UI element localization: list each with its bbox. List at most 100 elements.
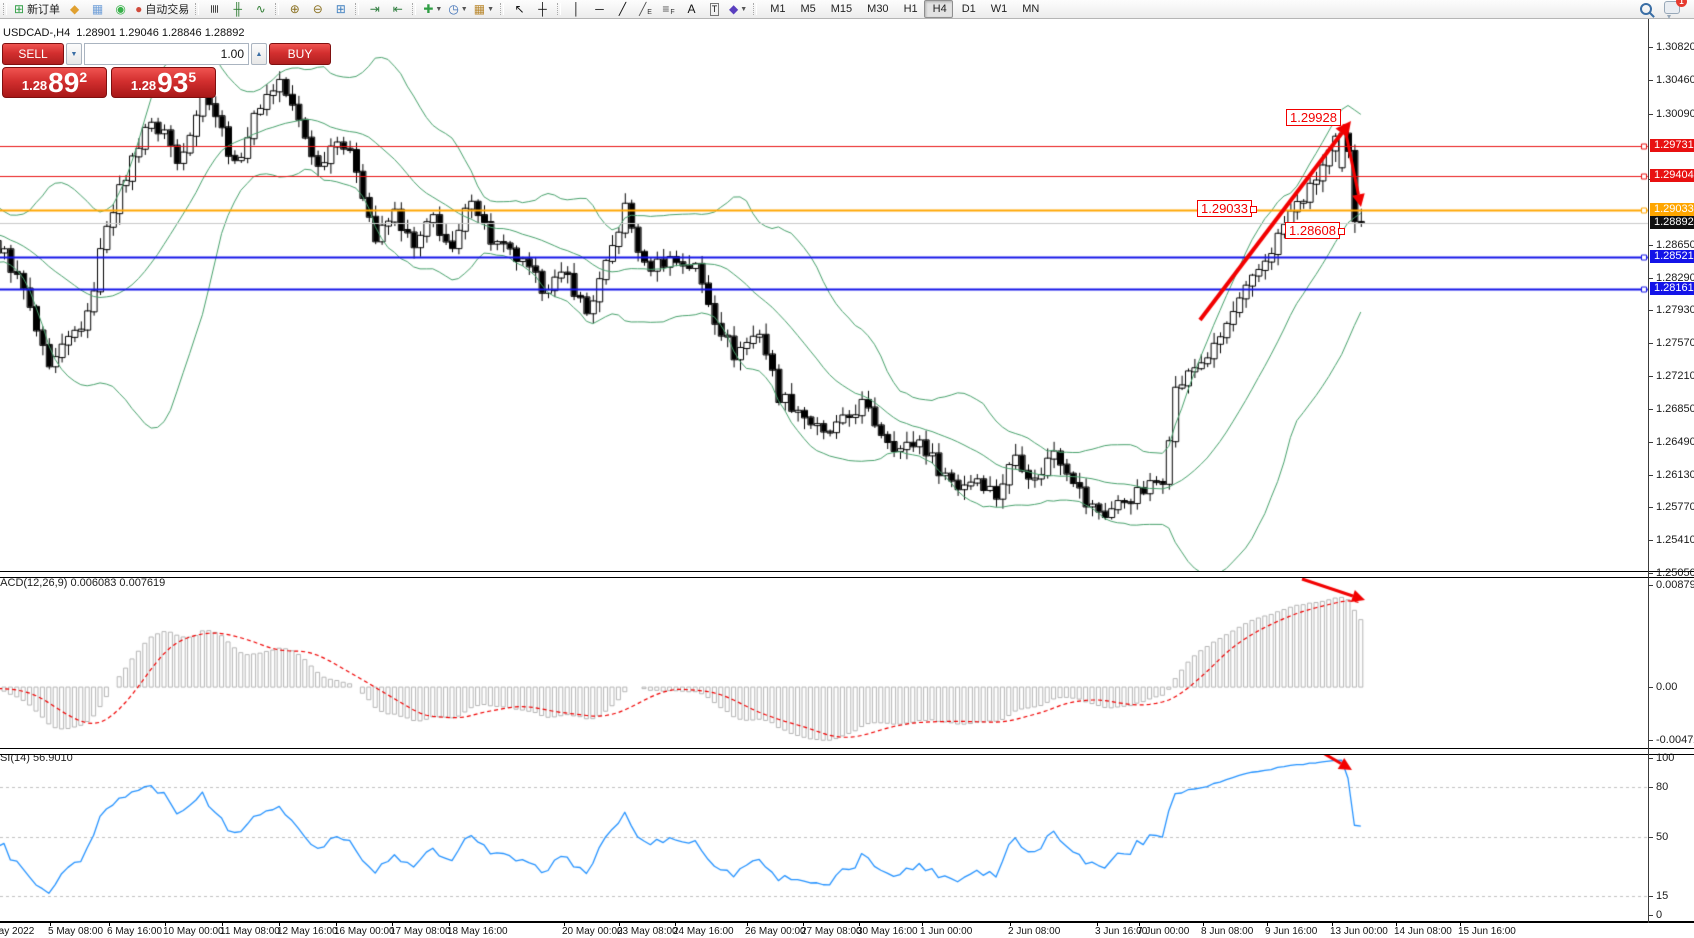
channel-button-letter: E bbox=[647, 9, 652, 16]
sell-button[interactable]: SELL bbox=[2, 43, 64, 65]
auto-scroll-button[interactable]: ⇥ bbox=[363, 0, 386, 18]
tf-m5[interactable]: M5 bbox=[791, 0, 821, 18]
channel-button[interactable]: ╱E bbox=[634, 0, 657, 18]
tf-h4-label: H4 bbox=[933, 3, 947, 15]
tf-mn[interactable]: MN bbox=[1013, 0, 1045, 18]
time-tick-label: 8 Jun 08:00 bbox=[1201, 926, 1253, 937]
price-axis[interactable]: 1.308201.304601.300901.293701.286501.282… bbox=[1648, 18, 1694, 923]
price-tick-label: 1.25050 bbox=[1656, 567, 1694, 579]
text-label-icon: T bbox=[710, 3, 720, 16]
callout-drag-handle[interactable] bbox=[1250, 206, 1257, 213]
crosshair-button[interactable]: ┼ bbox=[531, 0, 554, 18]
indicators-button[interactable]: ✚▼ bbox=[420, 0, 445, 18]
macd-axis-label: 0.008797 bbox=[1656, 579, 1694, 591]
periods-button[interactable]: ◷▼ bbox=[445, 0, 470, 18]
bar-chart-icon: ≣ bbox=[208, 4, 222, 14]
tf-mn-label: MN bbox=[1022, 3, 1039, 15]
notifications-button[interactable]: 1 bbox=[1664, 1, 1680, 17]
chart-canvas[interactable] bbox=[0, 0, 1694, 938]
metatrader-window: ⊞新订单◆▦◉●自动交易≣╫∿⊕⊖⊞⇥⇤✚▼◷▼▦▼↖┼│─╱╱E≡FAT◆▼M… bbox=[0, 0, 1694, 938]
price-tick-label: 1.30090 bbox=[1656, 108, 1694, 120]
tf-m15[interactable]: M15 bbox=[822, 0, 858, 18]
search-icon[interactable] bbox=[1640, 3, 1652, 15]
axis-tick-mark bbox=[1649, 758, 1653, 759]
symbol-period-label: USDCAD-,H4 bbox=[3, 27, 70, 39]
tf-w1[interactable]: W1 bbox=[982, 0, 1014, 18]
trendline-icon: ╱ bbox=[619, 2, 626, 16]
time-tick-label: 24 May 16:00 bbox=[673, 926, 734, 937]
time-tick-label: 11 May 08:00 bbox=[220, 926, 280, 937]
signals-button[interactable]: ◉ bbox=[109, 0, 132, 18]
autotrading-button[interactable]: ●自动交易 bbox=[132, 0, 192, 18]
axis-tick-mark bbox=[1649, 507, 1653, 508]
price-tick-label: 1.27210 bbox=[1656, 370, 1694, 382]
axis-tick-mark bbox=[1649, 896, 1653, 897]
volume-down-button[interactable]: ▼ bbox=[66, 43, 82, 65]
text-label-callout[interactable]: 1.28608 bbox=[1285, 222, 1340, 239]
price-line-label-1.28161: 1.28161 bbox=[1650, 282, 1694, 295]
fibonacci-icon: ≡ bbox=[662, 2, 669, 16]
tf-h4[interactable]: H4 bbox=[924, 0, 953, 18]
tile-windows-button[interactable]: ⊞ bbox=[329, 0, 352, 18]
price-tick-label: 1.30820 bbox=[1656, 41, 1694, 53]
publish-chart-button[interactable]: ▦ bbox=[86, 0, 109, 18]
horizontal-line-button[interactable]: ─ bbox=[588, 0, 611, 18]
price-tick-label: 1.27930 bbox=[1656, 304, 1694, 316]
bar-chart-button[interactable]: ≣ bbox=[203, 0, 226, 18]
text-label-callout[interactable]: 1.29928 bbox=[1286, 109, 1341, 126]
tf-d1-label: D1 bbox=[962, 3, 976, 15]
tf-d1[interactable]: D1 bbox=[953, 0, 982, 18]
time-tick-label: 23 May 08:00 bbox=[617, 926, 678, 937]
pane-separator-macd[interactable] bbox=[0, 571, 1694, 578]
tf-m30[interactable]: M30 bbox=[858, 0, 894, 18]
channel-icon: ╱ bbox=[639, 2, 646, 16]
zoom-out-button[interactable]: ⊖ bbox=[306, 0, 329, 18]
axis-tick-mark bbox=[1649, 740, 1653, 741]
text-label-callout[interactable]: 1.29033 bbox=[1197, 200, 1252, 217]
volume-input[interactable] bbox=[84, 43, 249, 65]
tf-h1[interactable]: H1 bbox=[895, 0, 924, 18]
candlestick-chart-icon: ╫ bbox=[234, 2, 243, 16]
volume-up-button[interactable]: ▲ bbox=[251, 43, 267, 65]
axis-tick-mark bbox=[1649, 376, 1653, 377]
time-axis[interactable]: 4 May 20225 May 08:006 May 16:0010 May 0… bbox=[0, 923, 1694, 938]
fibonacci-button[interactable]: ≡F bbox=[657, 0, 680, 18]
text-label-button[interactable]: T bbox=[703, 0, 726, 18]
toolbar-group-timeframes: M1M5M15M30H1 H4 D1 W1 MN bbox=[750, 0, 1045, 18]
axis-tick-mark bbox=[1649, 837, 1653, 838]
pane-separator-rsi[interactable] bbox=[0, 748, 1694, 755]
time-tick-label: 13 Jun 00:00 bbox=[1330, 926, 1388, 937]
time-tick-label: 17 May 08:00 bbox=[390, 926, 451, 937]
time-tick-label: 20 May 00:00 bbox=[562, 926, 623, 937]
price-line-label-1.29033: 1.29033 bbox=[1650, 203, 1694, 216]
axis-tick-mark bbox=[1649, 475, 1653, 476]
vertical-line-button[interactable]: │ bbox=[565, 0, 588, 18]
new-order-button-label: 新订单 bbox=[27, 1, 60, 17]
zoom-in-button[interactable]: ⊕ bbox=[283, 0, 306, 18]
new-order-button[interactable]: ⊞新订单 bbox=[11, 0, 63, 18]
publish-chart-icon: ▦ bbox=[92, 2, 103, 16]
buy-button[interactable]: BUY bbox=[269, 43, 331, 65]
text-button[interactable]: A bbox=[680, 0, 703, 18]
tf-m1[interactable]: M1 bbox=[761, 0, 791, 18]
signals-icon: ◉ bbox=[115, 2, 125, 16]
crayon-button[interactable]: ◆ bbox=[63, 0, 86, 18]
cursor-button[interactable]: ↖ bbox=[508, 0, 531, 18]
sell-price-display[interactable]: 1.28 89 2 bbox=[2, 67, 107, 98]
price-line-label-1.28892: 1.28892 bbox=[1650, 216, 1694, 229]
price-tick-label: 1.26130 bbox=[1656, 469, 1694, 481]
trendline-button[interactable]: ╱ bbox=[611, 0, 634, 18]
time-tick-label: 6 May 16:00 bbox=[107, 926, 162, 937]
main-toolbar: ⊞新订单◆▦◉●自动交易≣╫∿⊕⊖⊞⇥⇤✚▼◷▼▦▼↖┼│─╱╱E≡FAT◆▼M… bbox=[0, 0, 1694, 19]
arrows-icon: ◆ bbox=[729, 2, 738, 16]
buy-price-display[interactable]: 1.28 93 5 bbox=[111, 67, 216, 98]
callout-drag-handle[interactable] bbox=[1338, 228, 1345, 235]
buy-price-pip: 5 bbox=[188, 69, 196, 85]
arrows-button[interactable]: ◆▼ bbox=[726, 0, 750, 18]
templates-button[interactable]: ▦▼ bbox=[471, 0, 497, 18]
autotrading-button-label: 自动交易 bbox=[145, 1, 189, 17]
line-chart-button[interactable]: ∿ bbox=[249, 0, 272, 18]
candlestick-chart-button[interactable]: ╫ bbox=[226, 0, 249, 18]
chart-shift-button[interactable]: ⇤ bbox=[386, 0, 409, 18]
time-tick-label: 26 May 00:00 bbox=[745, 926, 806, 937]
